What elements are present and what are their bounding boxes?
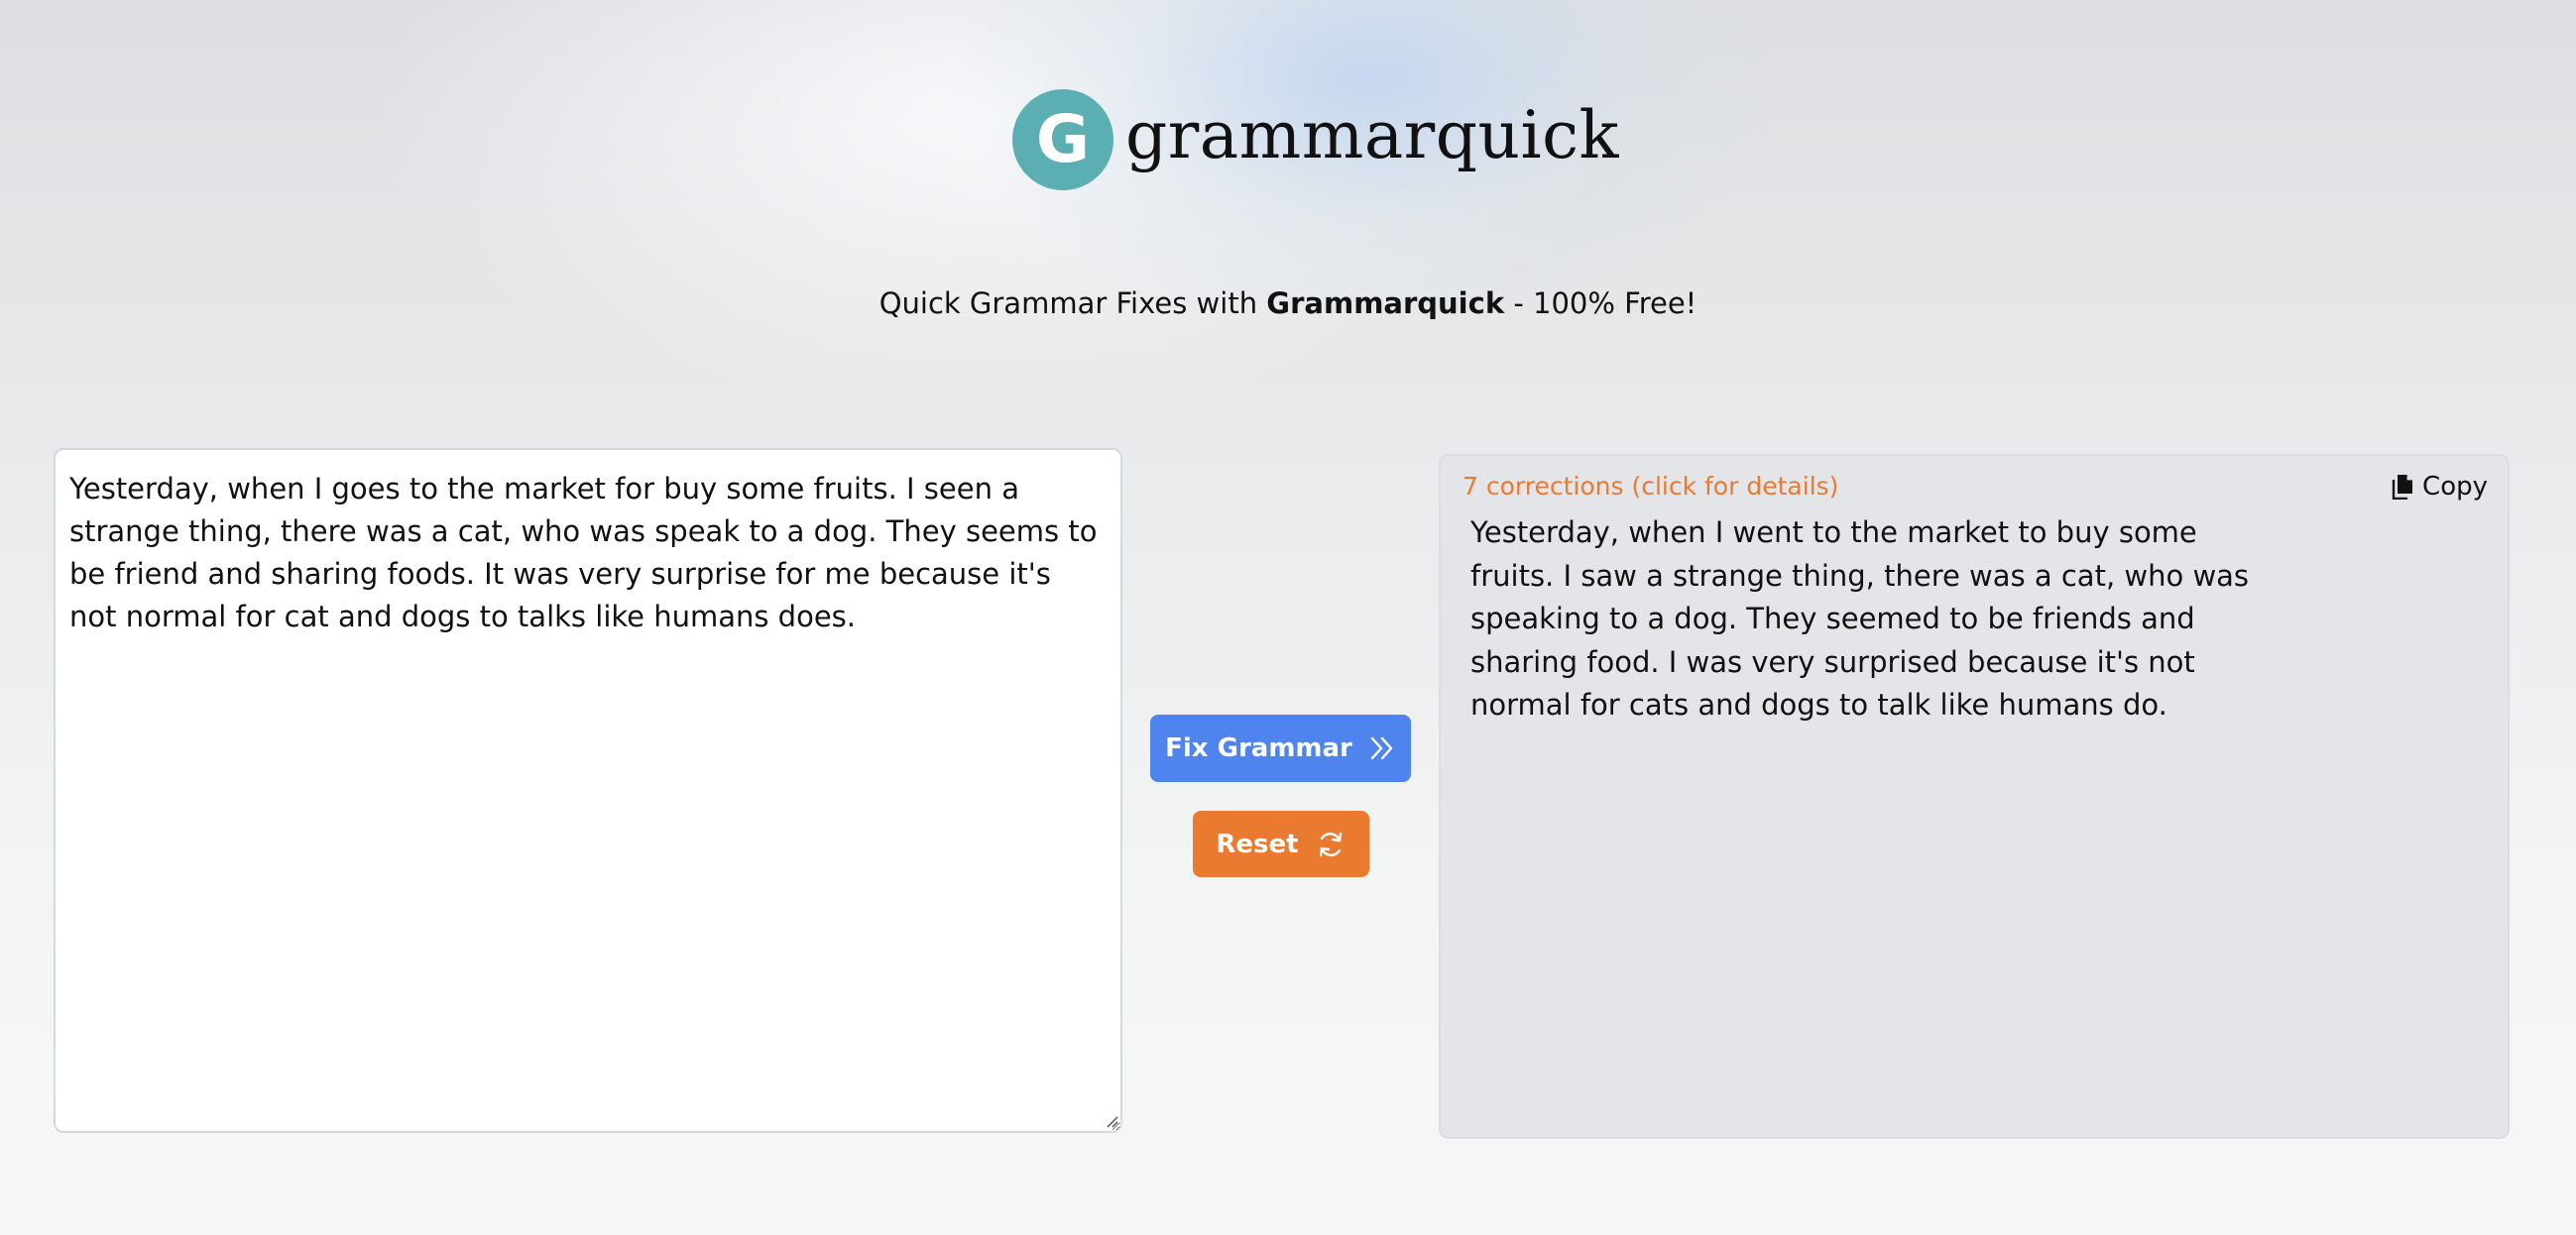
resize-handle-icon[interactable] — [1105, 1114, 1118, 1128]
copy-icon — [2391, 474, 2414, 500]
tagline: Quick Grammar Fixes with Grammarquick - … — [0, 286, 2576, 320]
logo: G grammarquick — [1012, 89, 1619, 190]
logo-mark: G — [1012, 89, 1113, 190]
reset-button[interactable]: Reset — [1193, 811, 1369, 877]
fix-grammar-label: Fix Grammar — [1165, 733, 1352, 763]
tagline-brand: Grammarquick — [1266, 286, 1505, 320]
tagline-suffix: - 100% Free! — [1504, 286, 1698, 320]
output-panel: 7 corrections (click for details) Copy Y… — [1439, 454, 2510, 1139]
logo-wordmark: grammarquick — [1125, 97, 1620, 173]
refresh-icon — [1315, 829, 1347, 860]
double-chevron-right-icon — [1368, 734, 1396, 762]
copy-button[interactable]: Copy — [2391, 472, 2488, 502]
input-textarea[interactable] — [54, 448, 1122, 1133]
fix-grammar-button[interactable]: Fix Grammar — [1150, 715, 1411, 782]
tagline-prefix: Quick Grammar Fixes with — [878, 286, 1267, 320]
reset-label: Reset — [1216, 829, 1299, 859]
corrected-text: Yesterday, when I went to the market to … — [1470, 515, 2250, 722]
corrections-link[interactable]: 7 corrections (click for details) — [1463, 472, 1838, 501]
copy-label: Copy — [2422, 472, 2488, 502]
